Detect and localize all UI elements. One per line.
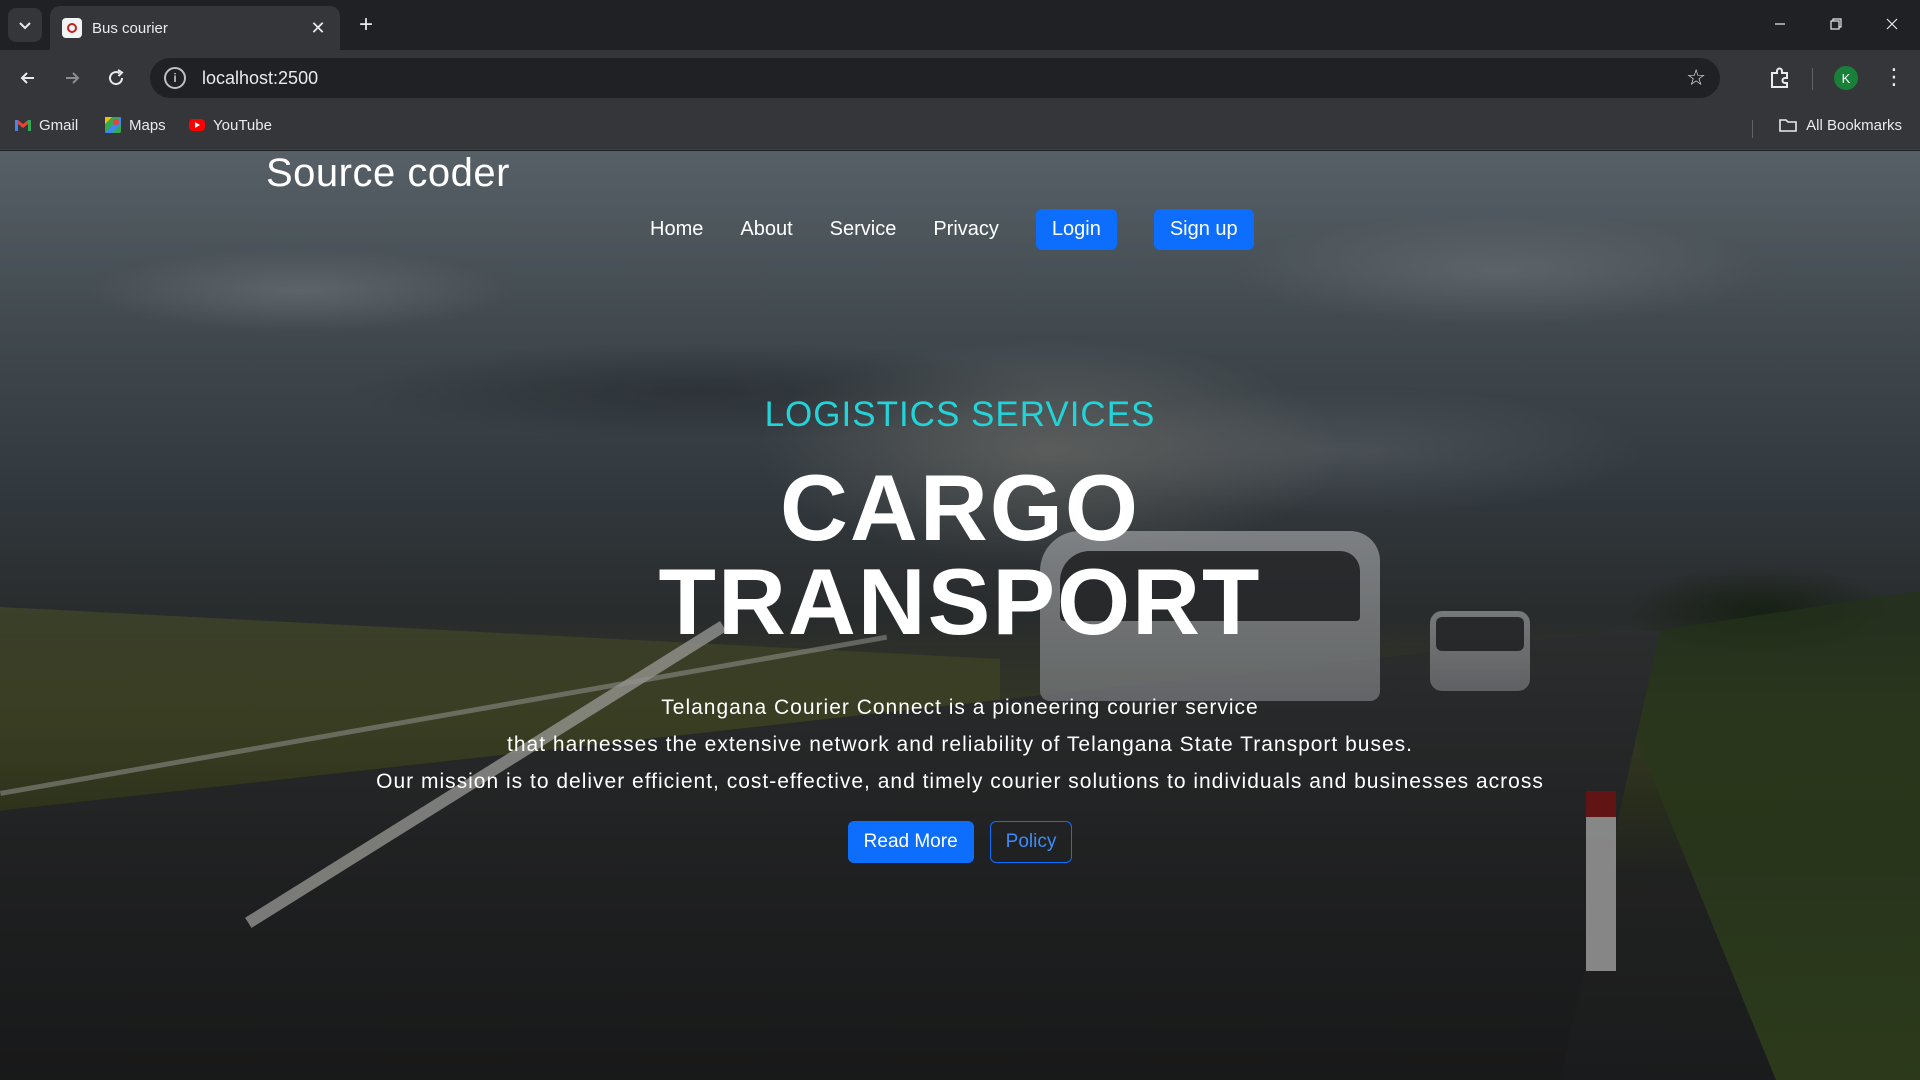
hero-desc-line1: Telangana Courier Connect is a pioneerin…	[661, 696, 1259, 719]
hero-desc-line2: that harnesses the extensive network and…	[507, 733, 1413, 756]
folder-icon	[1779, 119, 1797, 132]
nav-about[interactable]: About	[740, 218, 792, 241]
window-controls	[1752, 0, 1920, 48]
tab-strip: Bus courier ✕ +	[0, 0, 1920, 50]
all-bookmarks-button[interactable]: All Bookmarks	[1779, 116, 1902, 134]
maps-icon	[105, 117, 121, 133]
nav-privacy[interactable]: Privacy	[933, 218, 999, 241]
bookmarks-bar: Gmail Maps YouTube All Bookmarks	[0, 106, 1920, 150]
restore-icon	[1830, 18, 1842, 30]
read-more-button[interactable]: Read More	[847, 821, 974, 863]
site-logo[interactable]: Source coder	[266, 151, 510, 196]
new-tab-button[interactable]: +	[352, 12, 380, 40]
arrow-left-icon	[20, 72, 34, 84]
tab-close-icon[interactable]: ✕	[308, 18, 328, 39]
minimize-button[interactable]	[1752, 0, 1808, 48]
site-info-icon[interactable]: i	[164, 67, 186, 89]
back-button[interactable]	[12, 62, 44, 94]
close-window-button[interactable]	[1864, 0, 1920, 48]
close-icon	[1886, 18, 1898, 30]
minimize-icon	[1775, 23, 1785, 25]
arrow-right-icon	[66, 72, 80, 84]
extensions-button[interactable]	[1766, 64, 1794, 92]
hero-kicker: LOGISTICS SERVICES	[764, 395, 1156, 434]
forward-button[interactable]	[56, 62, 88, 94]
tab-title: Bus courier	[92, 19, 168, 37]
browser-toolbar: i localhost:2500 ☆ K ⋮	[0, 50, 1920, 106]
login-button[interactable]: Login	[1035, 209, 1117, 250]
browser-tab[interactable]: Bus courier ✕	[50, 6, 340, 50]
hero-desc-line3: Our mission is to deliver efficient, cos…	[376, 770, 1544, 793]
tab-search-button[interactable]	[8, 8, 42, 42]
chevron-down-icon	[19, 22, 31, 30]
nav-home[interactable]: Home	[650, 218, 703, 241]
bookmark-gmail[interactable]: Gmail	[14, 116, 78, 134]
signup-button[interactable]: Sign up	[1153, 209, 1254, 250]
hero-description: Telangana Courier Connect is a pioneerin…	[0, 689, 1920, 800]
policy-button[interactable]: Policy	[989, 821, 1073, 863]
site-nav: Home About Service Privacy Login Sign up	[650, 209, 1291, 250]
nav-service[interactable]: Service	[830, 218, 897, 241]
bookmarks-divider	[1752, 120, 1753, 138]
toolbar-divider	[1812, 68, 1813, 90]
hero-headline-line2: TRANSPORT	[658, 549, 1262, 654]
bookmark-label: YouTube	[213, 116, 272, 134]
hero-cta-row: Read More Policy	[0, 821, 1920, 863]
address-bar[interactable]: i localhost:2500 ☆	[150, 58, 1720, 98]
url-text[interactable]: localhost:2500	[202, 68, 1686, 89]
bookmark-youtube[interactable]: YouTube	[188, 116, 272, 134]
hero-headline-line1: CARGO	[780, 455, 1140, 560]
all-bookmarks-label: All Bookmarks	[1806, 116, 1902, 134]
bookmark-label: Gmail	[39, 116, 79, 134]
site-favicon-icon	[62, 18, 82, 38]
hero-headline: CARGO TRANSPORT	[0, 461, 1920, 649]
reload-button[interactable]	[100, 62, 132, 94]
bookmark-maps[interactable]: Maps	[104, 116, 166, 134]
reload-icon	[109, 69, 124, 86]
gmail-icon	[15, 120, 31, 131]
profile-avatar[interactable]: K	[1834, 66, 1858, 90]
puzzle-icon	[1771, 67, 1788, 88]
bookmark-star-icon[interactable]: ☆	[1686, 65, 1706, 91]
browser-menu-icon[interactable]: ⋮	[1880, 64, 1908, 92]
page-viewport: Source coder Home About Service Privacy …	[0, 151, 1920, 1080]
youtube-icon	[189, 119, 205, 131]
bookmark-label: Maps	[129, 116, 166, 134]
restore-button[interactable]	[1808, 0, 1864, 48]
